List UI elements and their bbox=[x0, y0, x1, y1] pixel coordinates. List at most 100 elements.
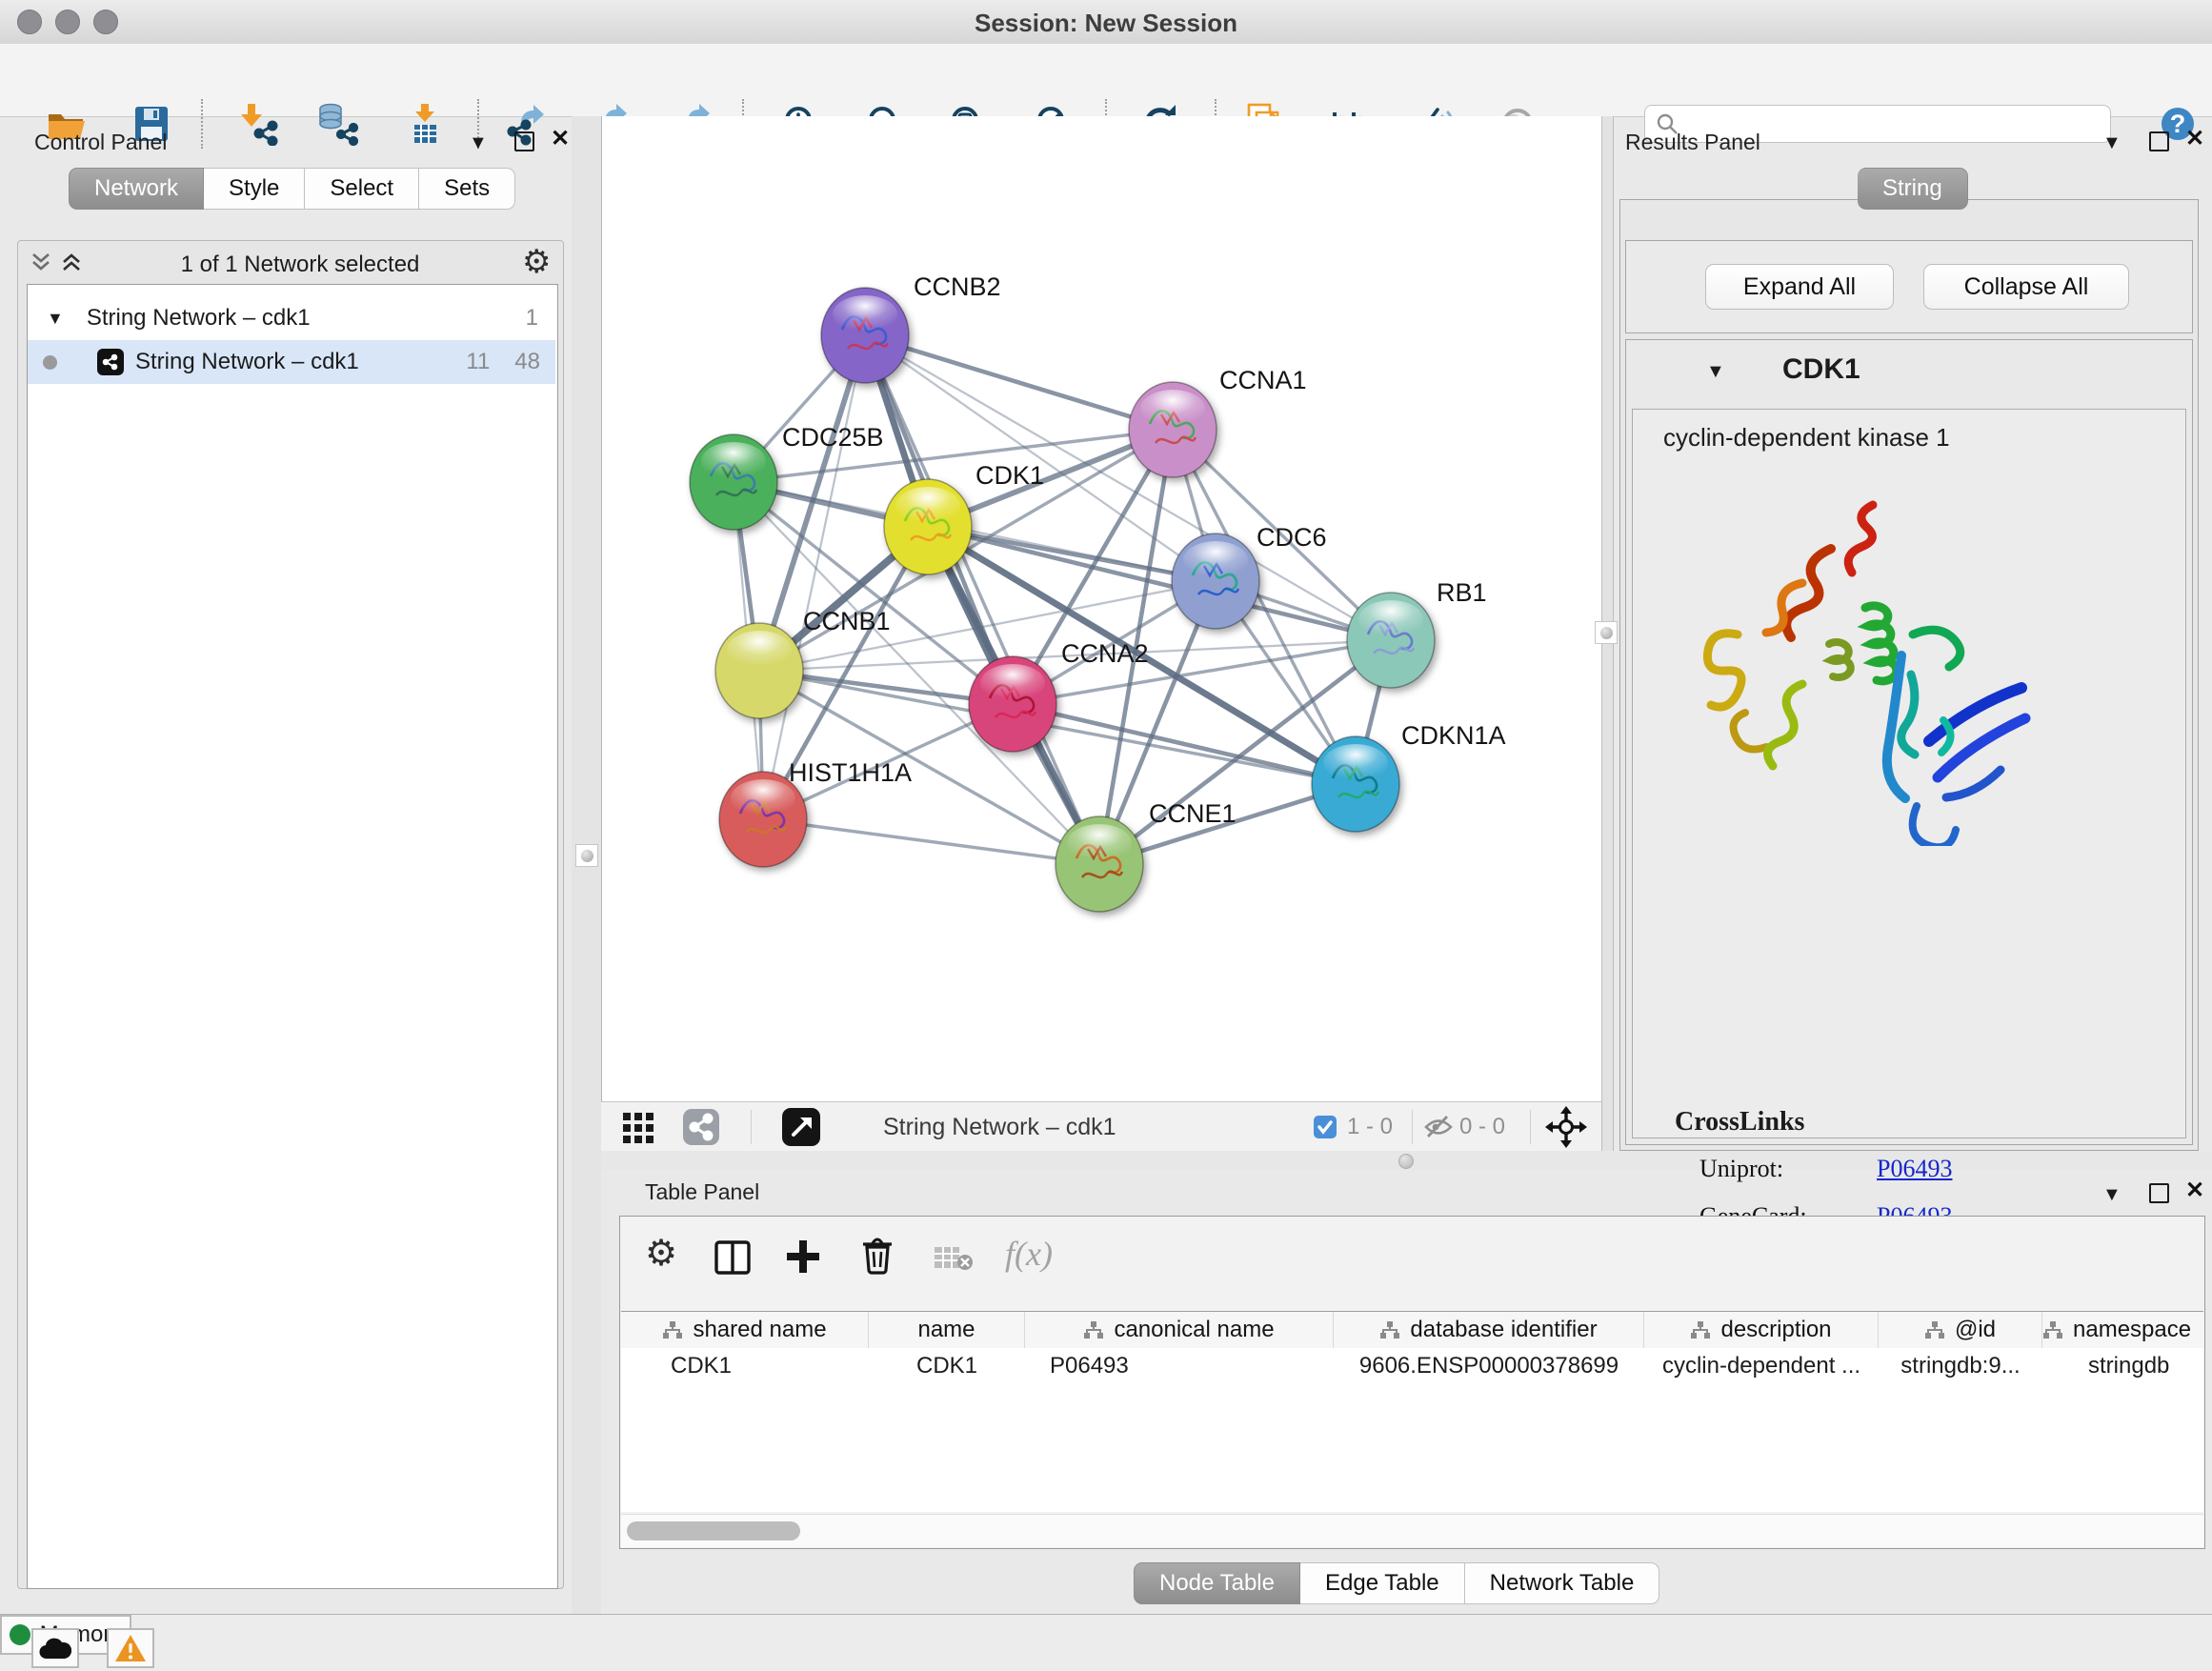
string-network-icon bbox=[97, 349, 124, 375]
column-header-shared-name[interactable]: shared name bbox=[621, 1312, 869, 1348]
node-label-CCNB2: CCNB2 bbox=[914, 272, 1001, 301]
gene-result-box: ▼ CDK1 cyclin-dependent kinase 1 bbox=[1625, 339, 2193, 1145]
cloud-icon[interactable] bbox=[31, 1628, 79, 1668]
node-CCNA2[interactable] bbox=[969, 656, 1056, 752]
node-CCNE1[interactable] bbox=[1056, 816, 1143, 912]
edge-CCNB2-CCNA1[interactable] bbox=[865, 335, 1173, 430]
network-label: String Network – cdk1 bbox=[135, 349, 359, 375]
tab-node-table[interactable]: Node Table bbox=[1134, 1562, 1300, 1604]
table-cell: stringdb bbox=[2042, 1353, 2203, 1379]
table-add-icon[interactable] bbox=[784, 1238, 822, 1276]
crosslinks-title: CrossLinks bbox=[1675, 1107, 1804, 1137]
selected-checkbox-icon[interactable] bbox=[1313, 1115, 1337, 1139]
node-label-CCNE1: CCNE1 bbox=[1149, 799, 1237, 828]
tab-network-table[interactable]: Network Table bbox=[1465, 1562, 1660, 1604]
node-label-RB1: RB1 bbox=[1437, 578, 1487, 607]
hidden-eye-icon[interactable] bbox=[1423, 1113, 1454, 1141]
tab-select[interactable]: Select bbox=[305, 168, 419, 210]
tab-network[interactable]: Network bbox=[69, 168, 204, 210]
table-panel-menu-icon[interactable]: ▼ bbox=[2102, 1185, 2122, 1204]
table-header-row: shared namenamecanonical namedatabase id… bbox=[621, 1311, 2203, 1349]
table-panel: Table Panel ▼ ✕ ⚙ f(x) shared namenameca… bbox=[601, 1170, 2212, 1614]
table-cell: P06493 bbox=[1025, 1353, 1334, 1379]
gene-symbol: CDK1 bbox=[1782, 353, 1860, 386]
node-CDK1[interactable] bbox=[884, 479, 972, 574]
collapse-all-button[interactable]: Collapse All bbox=[1923, 264, 2129, 310]
network-row[interactable]: String Network – cdk1 11 48 bbox=[28, 340, 555, 384]
network-share-view-icon[interactable] bbox=[682, 1108, 720, 1146]
column-header-database-identifier[interactable]: database identifier bbox=[1334, 1312, 1644, 1348]
node-label-CCNA2: CCNA2 bbox=[1061, 639, 1149, 668]
birdseye-view-icon[interactable] bbox=[781, 1107, 821, 1147]
statusbar-separator bbox=[751, 1110, 752, 1144]
network-options-gear-icon[interactable]: ⚙ bbox=[522, 246, 551, 278]
collection-label: String Network – cdk1 bbox=[87, 305, 311, 332]
edge-CCNA2-CDKN1A[interactable] bbox=[1013, 704, 1356, 784]
gene-detail-box: cyclin-dependent kinase 1 bbox=[1632, 409, 2186, 1138]
tab-edge-table[interactable]: Edge Table bbox=[1300, 1562, 1465, 1604]
delete-table-icon[interactable] bbox=[933, 1243, 975, 1274]
table-body: CDK1CDK1P064939606.ENSP00000378699cyclin… bbox=[621, 1348, 2203, 1512]
warning-icon[interactable] bbox=[107, 1628, 154, 1668]
gene-collapse-icon[interactable]: ▼ bbox=[1706, 361, 1725, 383]
expand-all-button[interactable]: Expand All bbox=[1705, 264, 1894, 310]
table-columns-icon[interactable] bbox=[714, 1239, 752, 1276]
node-CDC6[interactable] bbox=[1172, 534, 1259, 629]
expand-all-icon[interactable] bbox=[59, 250, 84, 274]
column-header-canonical-name[interactable]: canonical name bbox=[1025, 1312, 1334, 1348]
grid-view-icon[interactable] bbox=[621, 1109, 655, 1143]
tab-style[interactable]: Style bbox=[204, 168, 305, 210]
table-options-gear-icon[interactable]: ⚙ bbox=[645, 1238, 677, 1270]
node-label-CDC6: CDC6 bbox=[1257, 523, 1327, 552]
network-graph[interactable]: CCNB2CCNA1CDC25BCDK1CDC6RB1CCNB1CCNA2CDK… bbox=[602, 116, 1602, 1101]
collection-expand-icon[interactable]: ▼ bbox=[47, 309, 64, 329]
protein-structure-image bbox=[1686, 492, 2042, 846]
node-CDKN1A[interactable] bbox=[1312, 736, 1399, 832]
gene-description: cyclin-dependent kinase 1 bbox=[1663, 423, 1950, 453]
column-header-description[interactable]: description bbox=[1644, 1312, 1879, 1348]
control-panel: Control Panel ▼ ✕ NetworkStyleSelectSets… bbox=[0, 116, 572, 1614]
node-CCNB2[interactable] bbox=[821, 288, 909, 383]
control-panel-close-icon[interactable]: ✕ bbox=[551, 130, 570, 149]
network-view-toolbar: String Network – cdk1 1 - 0 0 - 0 bbox=[601, 1101, 1601, 1153]
bottom-splitter-handle[interactable] bbox=[1398, 1154, 1414, 1169]
control-panel-menu-icon[interactable]: ▼ bbox=[469, 133, 488, 152]
node-label-CCNA1: CCNA1 bbox=[1219, 366, 1307, 394]
node-RB1[interactable] bbox=[1347, 593, 1435, 688]
scrollbar-thumb[interactable] bbox=[627, 1521, 800, 1540]
network-current-dot-icon bbox=[43, 355, 57, 370]
table-horizontal-scrollbar[interactable] bbox=[621, 1514, 2203, 1547]
table-cell: CDK1 bbox=[869, 1353, 1025, 1379]
tab-sets[interactable]: Sets bbox=[419, 168, 515, 210]
node-CCNA1[interactable] bbox=[1129, 382, 1217, 477]
pan-crosshair-icon[interactable] bbox=[1545, 1106, 1587, 1148]
column-header-@id[interactable]: @id bbox=[1879, 1312, 2042, 1348]
control-panel-float-icon[interactable] bbox=[514, 131, 534, 151]
tab-string[interactable]: String bbox=[1858, 168, 1968, 210]
cytoscape-window: Session: New Session bbox=[0, 0, 2212, 1671]
table-panel-close-icon[interactable]: ✕ bbox=[2185, 1181, 2204, 1200]
expand-collapse-box: Expand All Collapse All bbox=[1625, 240, 2193, 333]
network-canvas[interactable]: CCNB2CCNA1CDC25BCDK1CDC6RB1CCNB1CCNA2CDK… bbox=[601, 116, 1602, 1101]
collapse-all-icon[interactable] bbox=[29, 250, 53, 274]
column-header-name[interactable]: name bbox=[869, 1312, 1025, 1348]
node-CDC25B[interactable] bbox=[690, 434, 777, 530]
edge-CCNB2-HIST1H1A[interactable] bbox=[763, 335, 865, 819]
table-box: ⚙ f(x) shared namenamecanonical namedata… bbox=[619, 1216, 2205, 1549]
column-header-namespace[interactable]: namespace bbox=[2042, 1312, 2203, 1348]
results-panel-menu-icon[interactable]: ▼ bbox=[2102, 133, 2122, 152]
edge-HIST1H1A-CCNE1[interactable] bbox=[763, 819, 1099, 864]
table-panel-float-icon[interactable] bbox=[2149, 1183, 2169, 1203]
network-node-count: 11 bbox=[466, 349, 490, 375]
results-panel-close-icon[interactable]: ✕ bbox=[2185, 130, 2204, 149]
network-collection-row[interactable]: ▼ String Network – cdk1 1 bbox=[28, 296, 555, 340]
results-panel-float-icon[interactable] bbox=[2149, 131, 2169, 151]
control-panel-tabs: NetworkStyleSelectSets bbox=[69, 168, 515, 210]
function-builder-icon[interactable]: f(x) bbox=[1005, 1234, 1053, 1274]
table-row[interactable]: CDK1CDK1P064939606.ENSP00000378699cyclin… bbox=[621, 1348, 2203, 1384]
left-splitter-handle[interactable] bbox=[575, 844, 598, 867]
node-CCNB1[interactable] bbox=[715, 623, 803, 718]
collection-count: 1 bbox=[526, 305, 538, 332]
table-delete-icon[interactable] bbox=[858, 1236, 896, 1276]
statusbar-separator bbox=[1530, 1110, 1531, 1144]
